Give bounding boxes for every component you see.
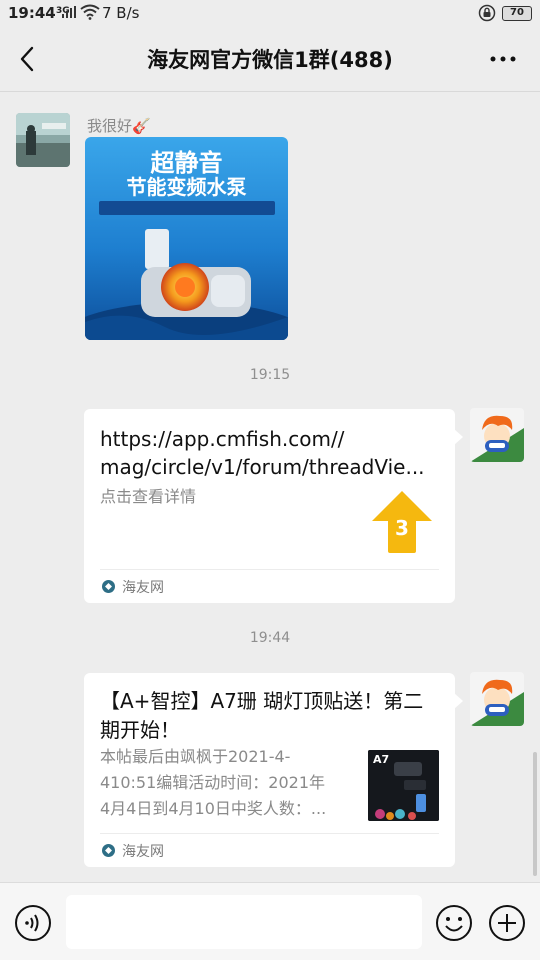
voice-icon[interactable]	[14, 904, 52, 942]
net-speed: 7 B/s	[102, 4, 140, 22]
status-bar: 19:44 3G 7 B/s 70	[0, 0, 540, 28]
link-description: 点击查看详情	[100, 487, 197, 506]
avatar-self[interactable]	[470, 408, 524, 462]
chevron-left-icon[interactable]	[14, 44, 42, 74]
link-card-message[interactable]: https://app.cmfish.com// mag/circle/v1/f…	[84, 409, 463, 603]
page-title: 海友网官方微信1群(488)	[147, 48, 393, 72]
signal-icon	[62, 6, 76, 18]
source-app-icon	[102, 580, 115, 593]
plus-icon[interactable]	[488, 904, 526, 942]
battery-icon: 70	[502, 6, 532, 21]
avatar-self[interactable]	[470, 672, 524, 726]
bubble-tail	[454, 429, 463, 445]
image-message[interactable]: 超静音 节能变频水泵	[85, 137, 288, 340]
sender-name: 我很好🎸	[87, 117, 151, 135]
article-description: 本帖最后由飒枫于2021-4- 410:51编辑活动时间：2021年 4月4日到…	[100, 747, 327, 818]
thumb-number: 3	[395, 516, 409, 540]
article-thumbnail: A7	[368, 750, 439, 821]
arrow-up-icon: 3	[370, 489, 434, 555]
rotation-lock-icon	[478, 4, 496, 22]
timestamp: 19:44	[249, 630, 291, 646]
avatar[interactable]	[16, 113, 70, 167]
more-dots-icon[interactable]	[488, 46, 518, 72]
input-bar	[0, 882, 540, 960]
timestamp: 19:15	[249, 367, 291, 383]
battery-level: 70	[510, 7, 524, 18]
thumb-label: A7	[373, 753, 390, 766]
wifi-icon	[80, 4, 100, 20]
card-source: 海友网	[100, 833, 439, 867]
link-title: https://app.cmfish.com// mag/circle/v1/f…	[100, 427, 425, 479]
source-label: 海友网	[122, 844, 164, 860]
emoji-icon[interactable]	[435, 904, 473, 942]
card-source: 海友网	[100, 569, 439, 603]
image-caption-line2: 节能变频水泵	[126, 175, 247, 199]
message-input[interactable]	[66, 895, 422, 949]
article-card-message[interactable]: 【A+智控】A7珊 瑚灯顶贴送！第二期开始！ 本帖最后由飒枫于2021-4- 4…	[84, 673, 463, 867]
bubble-tail	[454, 693, 463, 709]
status-time: 19:44	[8, 4, 56, 22]
article-title: 【A+智控】A7珊 瑚灯顶贴送！第二期开始！	[100, 689, 424, 742]
source-label: 海友网	[122, 580, 164, 596]
chat-header: 海友网官方微信1群(488)	[0, 28, 540, 92]
source-app-icon	[102, 844, 115, 857]
scrollbar[interactable]	[533, 752, 537, 876]
